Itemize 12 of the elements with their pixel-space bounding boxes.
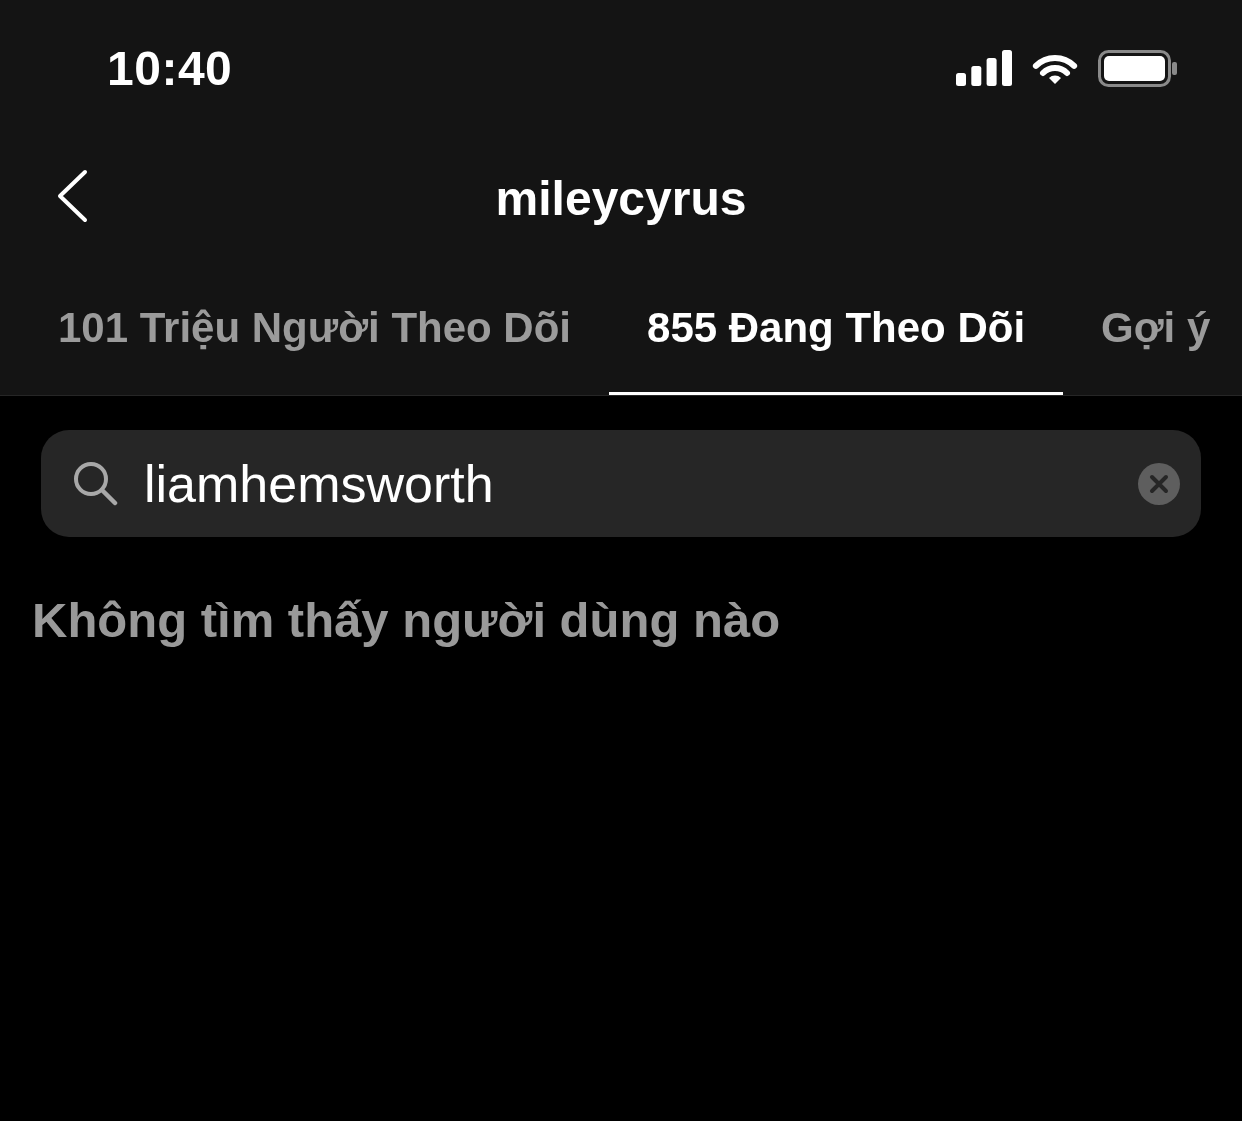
battery-icon	[1098, 49, 1178, 87]
tab[interactable]: Gợi ý	[1063, 260, 1242, 395]
tab[interactable]: 101 Triệu Người Theo Dõi	[20, 260, 610, 395]
tab[interactable]: 855 Đang Theo Dõi	[609, 260, 1064, 395]
search-field[interactable]: liamhemsworth	[41, 430, 1201, 537]
page-title: mileycyrus	[495, 170, 747, 226]
empty-state-text: Không tìm thấy người dùng nào	[32, 592, 782, 648]
back-icon[interactable]	[56, 169, 88, 223]
search-icon	[73, 461, 118, 506]
close-icon	[1149, 473, 1169, 494]
status-time: 10:40	[107, 40, 233, 96]
signal-icon	[956, 50, 1012, 86]
